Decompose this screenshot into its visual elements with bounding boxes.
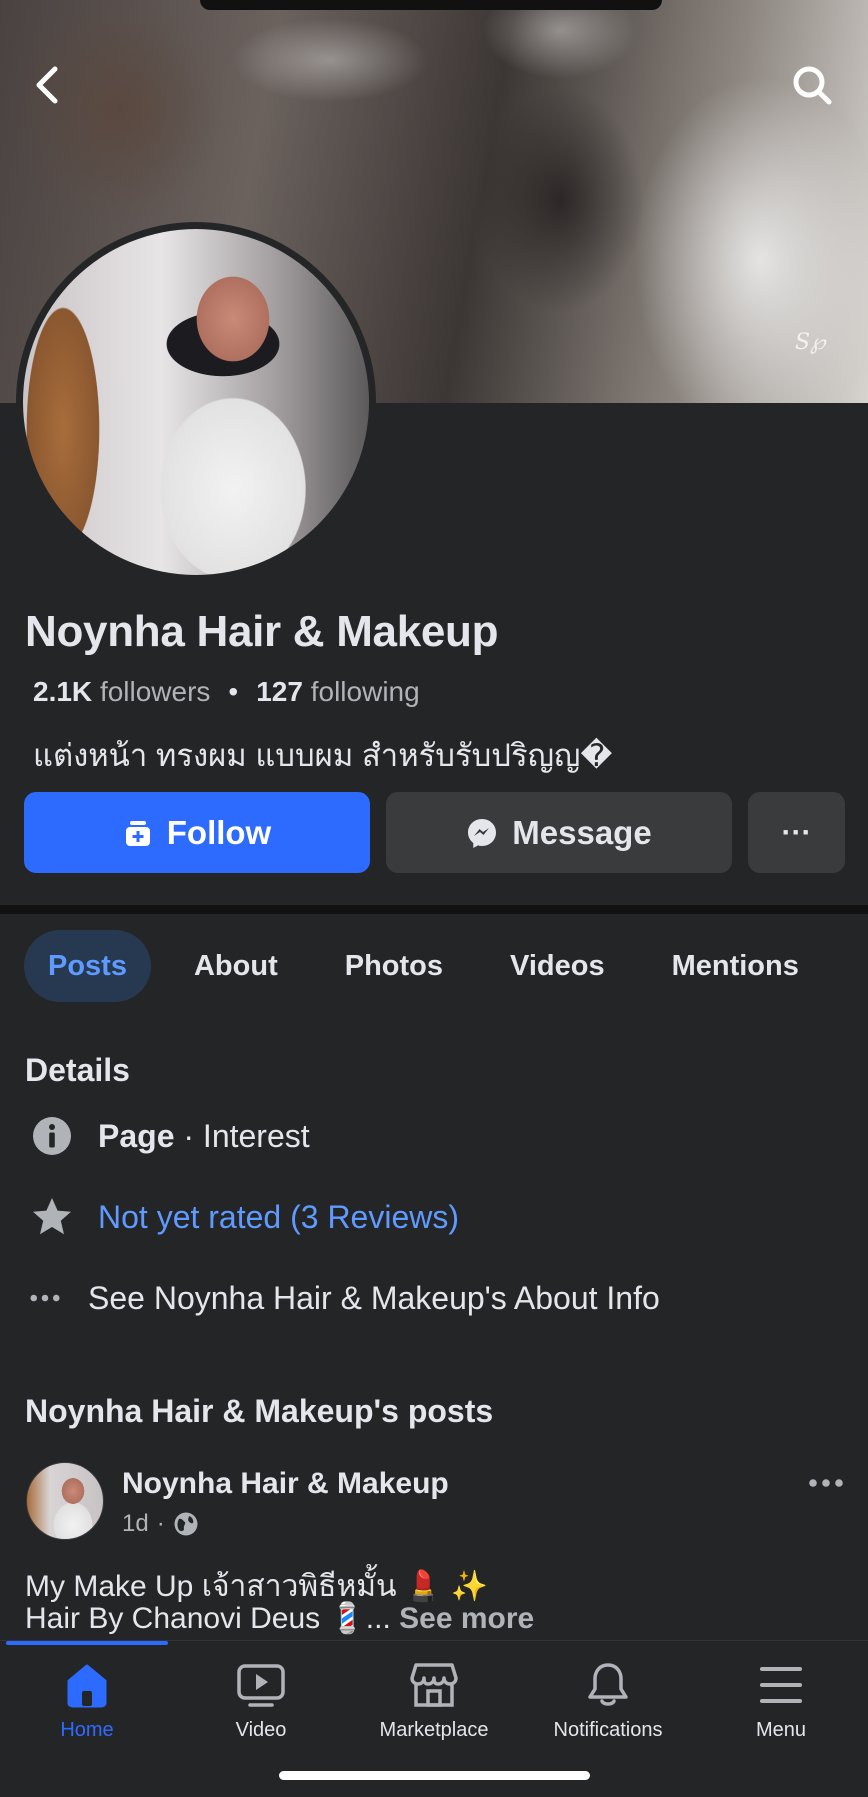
see-more-link[interactable]: See more xyxy=(399,1602,534,1635)
cover-watermark: S℘ xyxy=(795,330,826,355)
nav-video[interactable]: Video xyxy=(174,1661,348,1742)
nav-video-label: Video xyxy=(235,1719,287,1741)
page-category: · Interest xyxy=(174,1117,310,1154)
more-actions-button[interactable]: ··· xyxy=(748,792,845,873)
nav-menu[interactable]: Menu xyxy=(694,1661,868,1742)
nav-home-label: Home xyxy=(60,1719,114,1741)
post-author-name[interactable]: Noynha Hair & Makeup xyxy=(122,1467,449,1501)
rating-row[interactable]: Not yet rated (3 Reviews) xyxy=(30,1195,459,1239)
post-text-line-2-content: Hair By Chanovi Deus 💈... xyxy=(25,1602,400,1635)
page-category-row: Page · Interest xyxy=(30,1114,310,1158)
profile-picture[interactable] xyxy=(16,222,376,582)
nav-home[interactable]: Home xyxy=(0,1661,174,1742)
search-icon xyxy=(793,66,832,105)
tab-posts[interactable]: Posts xyxy=(24,930,151,1002)
nav-marketplace-label: Marketplace xyxy=(379,1719,489,1741)
following-link[interactable]: 127 following xyxy=(256,676,419,708)
more-horizontal-icon xyxy=(809,1479,843,1487)
message-button[interactable]: Message xyxy=(386,792,732,873)
video-icon xyxy=(237,1664,285,1707)
more-dots-icon xyxy=(30,1276,60,1320)
facebook-page-profile: S℘ Noynha Hair & Makeup 2.1K followers •… xyxy=(0,0,868,1797)
post-options-button[interactable] xyxy=(806,1468,846,1498)
search-button[interactable] xyxy=(787,60,837,110)
tab-about[interactable]: About xyxy=(170,930,302,1002)
about-info-link[interactable]: See Noynha Hair & Makeup's About Info xyxy=(88,1280,660,1317)
follow-label: Follow xyxy=(166,813,272,851)
home-icon xyxy=(67,1664,107,1708)
device-notch xyxy=(200,0,662,10)
nav-menu-label: Menu xyxy=(755,1719,807,1741)
info-icon xyxy=(30,1114,74,1158)
page-type-label: Page xyxy=(98,1117,175,1154)
following-count: 127 xyxy=(256,676,303,707)
followers-count: 2.1K xyxy=(33,676,93,707)
followers-label: followers xyxy=(99,676,211,707)
stats-separator: • xyxy=(228,676,239,707)
nav-marketplace[interactable]: Marketplace xyxy=(347,1661,521,1742)
rating-text[interactable]: Not yet rated (3 Reviews) xyxy=(98,1199,459,1236)
details-heading: Details xyxy=(25,1052,130,1088)
hamburger-menu-icon xyxy=(760,1667,802,1703)
bell-icon xyxy=(588,1663,628,1706)
post-meta: 1d · xyxy=(122,1510,199,1538)
tab-mentions[interactable]: Mentions xyxy=(648,930,823,1002)
nav-notifications-label: Notifications xyxy=(553,1719,663,1741)
page-title: Noynha Hair & Makeup xyxy=(25,607,499,656)
post-text-line-2: Hair By Chanovi Deus 💈... See more xyxy=(25,1601,534,1636)
messenger-icon xyxy=(468,818,497,848)
message-label: Message xyxy=(512,813,652,851)
more-dots-icon: ··· xyxy=(781,815,812,849)
nav-notifications[interactable]: Notifications xyxy=(521,1661,695,1742)
about-info-row[interactable]: See Noynha Hair & Makeup's About Info xyxy=(30,1276,660,1320)
followers-link[interactable]: 2.1K followers xyxy=(33,676,210,708)
meta-separator: · xyxy=(156,1510,165,1537)
marketplace-icon xyxy=(410,1663,458,1707)
follow-stats: 2.1K followers • 127 following xyxy=(33,676,420,708)
follow-page-icon xyxy=(125,820,150,846)
post-author-avatar[interactable] xyxy=(26,1462,104,1540)
page-bio: แต่งหน้า ทรงผม แบบผม สำหรับรับปริญญ� xyxy=(33,738,613,773)
active-tab-indicator xyxy=(6,1641,168,1645)
star-icon xyxy=(30,1195,74,1239)
profile-tabs: Posts About Photos Videos Mentions xyxy=(24,930,842,1002)
profile-photo-image xyxy=(23,229,369,575)
tab-videos[interactable]: Videos xyxy=(486,930,629,1002)
posts-heading: Noynha Hair & Makeup's posts xyxy=(25,1393,494,1429)
home-indicator xyxy=(279,1771,590,1780)
section-divider xyxy=(0,905,868,914)
following-label: following xyxy=(310,676,420,707)
chevron-left-icon xyxy=(36,66,58,104)
post-time[interactable]: 1d xyxy=(122,1510,149,1538)
globe-icon xyxy=(174,1512,198,1536)
tab-photos[interactable]: Photos xyxy=(321,930,467,1002)
back-button[interactable] xyxy=(22,60,72,110)
follow-button[interactable]: Follow xyxy=(24,792,370,873)
